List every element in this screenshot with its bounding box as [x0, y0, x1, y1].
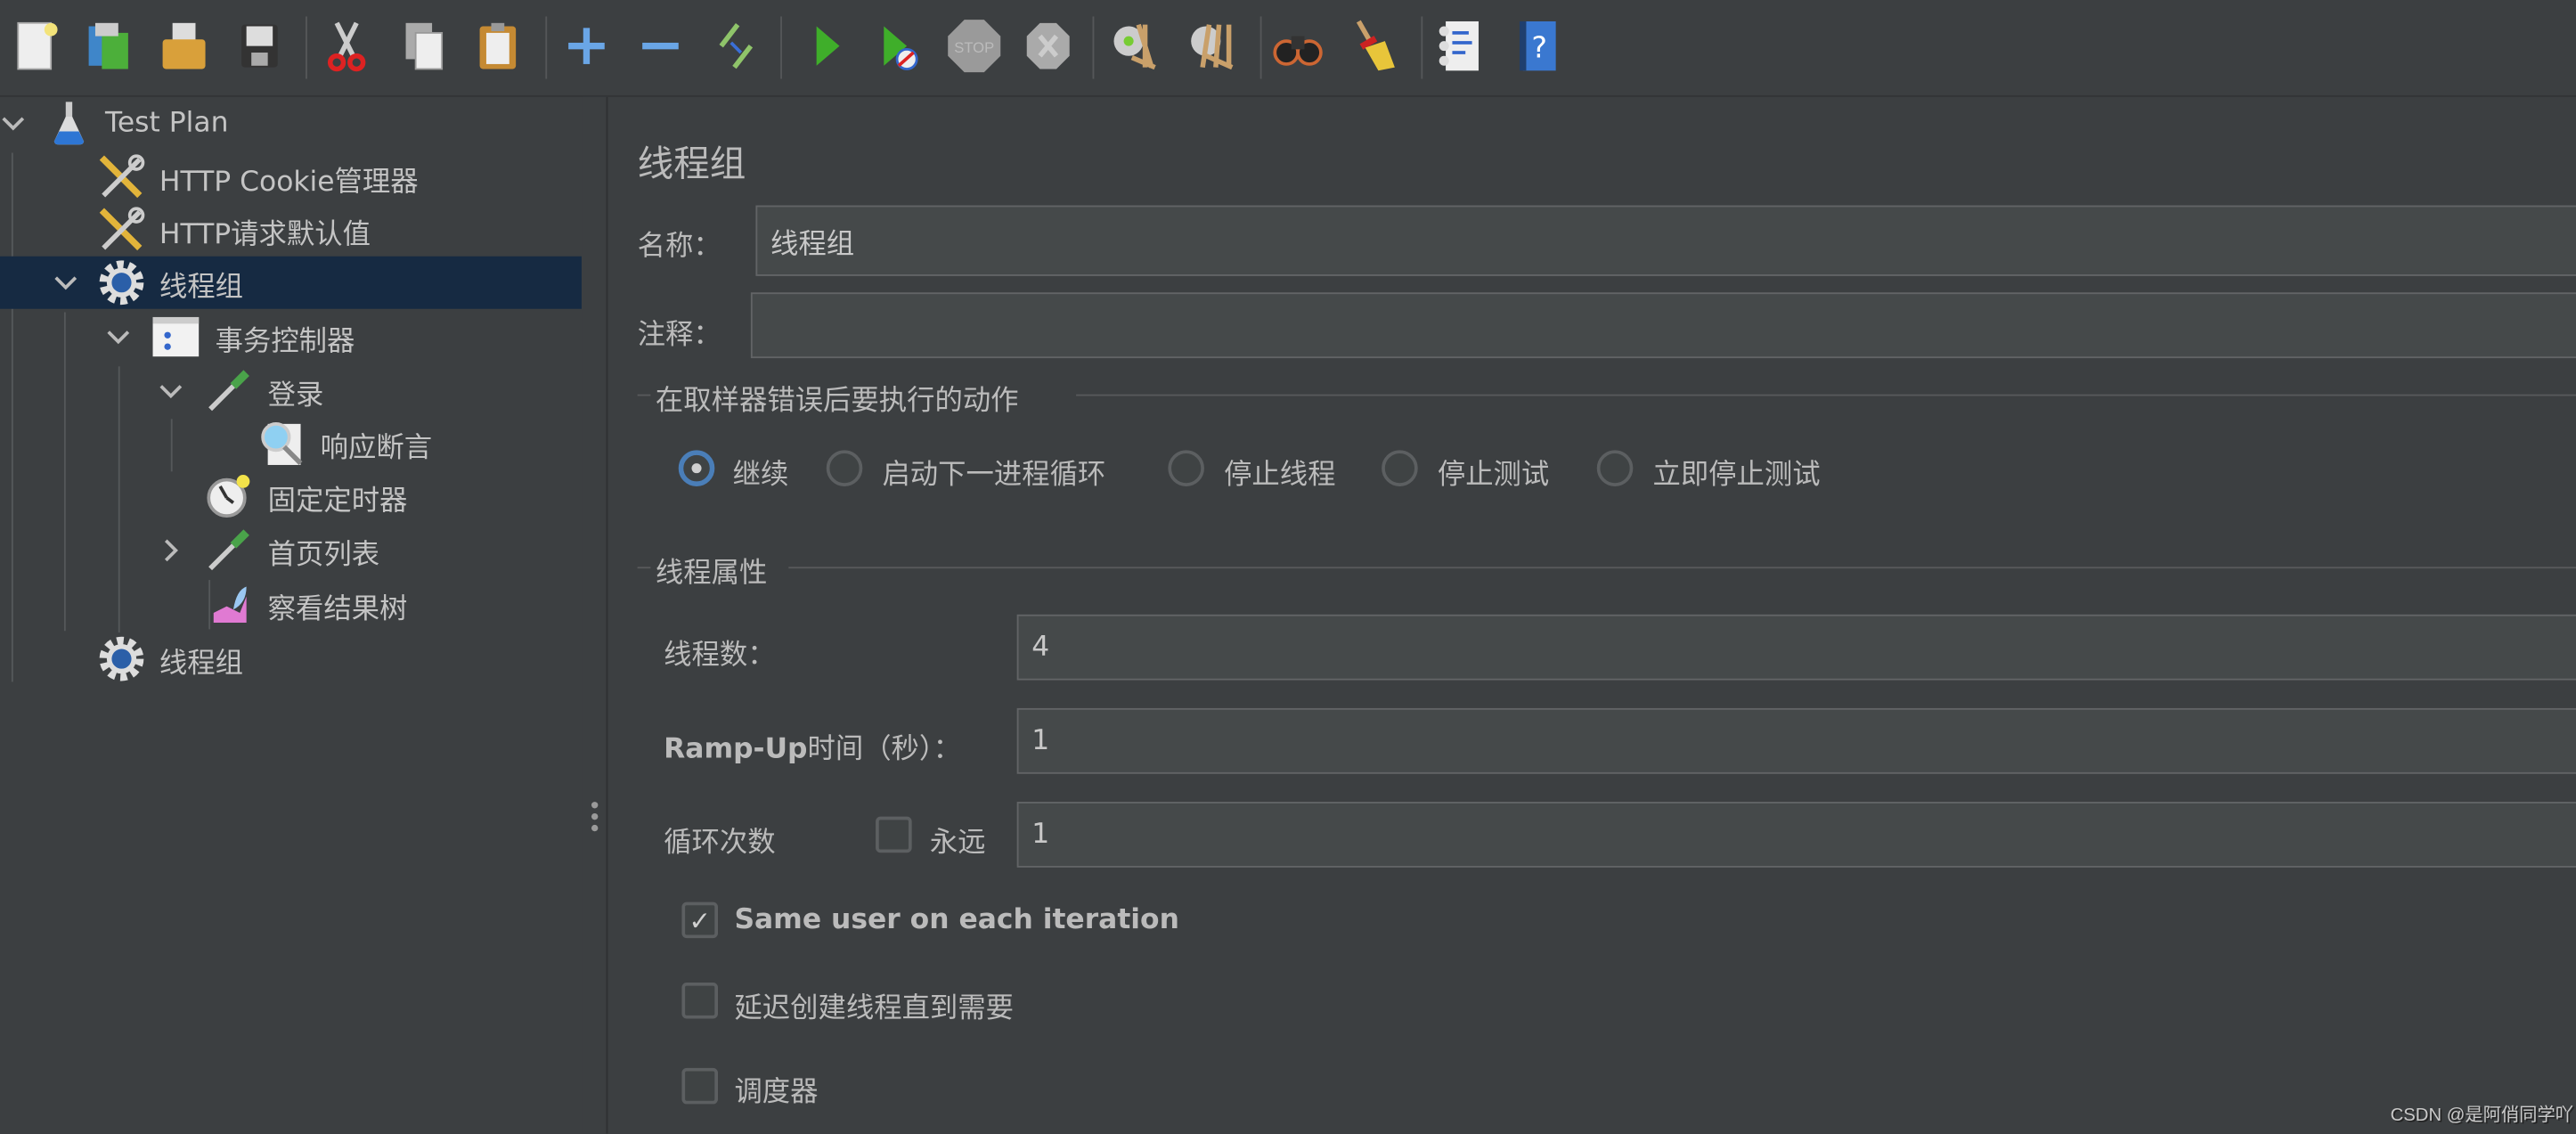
splitter-handle[interactable]	[583, 96, 608, 1134]
magnifier-icon	[258, 419, 307, 468]
rampup-label: Ramp-Up时间（秒）：	[664, 724, 961, 766]
delay-thread-label: 延迟创建线程直到需要	[734, 992, 1014, 1025]
toggle-icon[interactable]	[706, 16, 762, 75]
tree-item-cookie-manager[interactable]: HTTP Cookie管理器	[0, 151, 582, 204]
rampup-label-rest: 时间（秒）：	[807, 732, 961, 766]
save-icon[interactable]	[232, 16, 288, 75]
radio-stop-thread[interactable]	[1168, 450, 1204, 486]
pipette-icon	[204, 366, 253, 415]
radio-label: 继续	[732, 458, 789, 492]
copy-icon[interactable]	[396, 16, 452, 75]
timer-icon	[204, 471, 253, 520]
svg-text:?: ?	[1531, 30, 1547, 65]
delay-thread-checkbox[interactable]	[681, 982, 719, 1019]
threads-input[interactable]: 4	[1016, 614, 2576, 681]
tree-item-test-plan[interactable]: Test Plan	[0, 97, 582, 150]
tree-item-response-assertion[interactable]: 响应断言	[0, 417, 582, 469]
radio-label: 停止测试	[1437, 458, 1550, 492]
controller-icon	[151, 312, 200, 361]
stop-icon[interactable]: STOP	[946, 16, 1002, 75]
tree-item-home-list[interactable]: 首页列表	[0, 524, 582, 576]
tree-item-label: 响应断言	[320, 431, 433, 465]
scheduler-label: 调度器	[734, 1076, 819, 1109]
forever-checkbox[interactable]	[876, 816, 912, 853]
tree-item-label: 固定定时器	[267, 484, 408, 518]
thread-group-panel: 线程组 名称： 线程组 注释： 在取样器错误后要执行的动作 继续 启动下一进程循…	[607, 97, 2576, 1134]
chevron-down-icon[interactable]	[159, 379, 183, 403]
rampup-input[interactable]: 1	[1016, 707, 2576, 774]
tree-item-transaction-controller[interactable]: 事务控制器	[0, 311, 582, 363]
rampup-label-bold: Ramp-Up	[664, 732, 808, 766]
tree-item-label: HTTP Cookie管理器	[159, 165, 419, 199]
tree-item-http-defaults[interactable]: HTTP请求默认值	[0, 204, 582, 257]
new-icon[interactable]	[8, 16, 64, 75]
search-icon[interactable]	[1270, 16, 1326, 75]
tree-item-login[interactable]: 登录	[0, 364, 582, 417]
clear-icon[interactable]	[1105, 16, 1162, 75]
stop-label: STOP	[954, 39, 994, 56]
open-icon[interactable]	[156, 16, 212, 75]
chart-icon	[204, 580, 253, 629]
test-plan-tree: Test Plan HTTP Cookie管理器 HTTP请求默认值 线程组 事…	[0, 97, 583, 1134]
tree-item-label: 线程组	[159, 646, 243, 680]
radio-label: 启动下一进程循环	[882, 458, 1106, 492]
chevron-down-icon[interactable]	[107, 325, 130, 348]
reset-search-icon[interactable]	[1346, 16, 1402, 75]
tree-item-label: 察看结果树	[267, 591, 408, 625]
tree-item-label: 首页列表	[267, 538, 380, 571]
expand-icon[interactable]	[558, 16, 615, 75]
radio-label: 立即停止测试	[1652, 458, 1821, 492]
chevron-right-icon[interactable]	[159, 539, 183, 562]
function-helper-icon[interactable]	[1432, 16, 1488, 75]
radio-stop-test-now[interactable]	[1596, 450, 1634, 486]
watermark: CSDN @是阿俏同学吖	[2390, 1105, 2574, 1126]
threads-label: 线程数：	[664, 639, 776, 673]
comment-label: 注释：	[637, 318, 721, 352]
thread-props-legend: 线程属性	[655, 557, 768, 591]
gear-icon	[97, 634, 146, 683]
tree-item-label: Test Plan	[105, 106, 229, 140]
error-action-legend: 在取样器错误后要执行的动作	[655, 384, 1019, 418]
name-input[interactable]: 线程组	[755, 205, 2576, 276]
start-icon[interactable]	[798, 16, 854, 75]
radio-label: 停止线程	[1224, 458, 1336, 492]
checkmark-icon: ✓	[689, 904, 712, 936]
tree-item-label: HTTP请求默认值	[159, 217, 371, 251]
help-icon[interactable]: ?	[1510, 16, 1566, 75]
page-title: 线程组	[637, 144, 746, 186]
tools-icon	[97, 153, 146, 202]
loop-count-input[interactable]: 1	[1016, 802, 2576, 868]
tree-item-view-results-tree[interactable]: 察看结果树	[0, 578, 582, 631]
radio-start-next-loop[interactable]	[826, 450, 863, 486]
start-no-pauses-icon[interactable]	[869, 16, 925, 75]
shutdown-icon[interactable]	[1020, 16, 1076, 75]
cut-icon[interactable]	[319, 16, 375, 75]
name-label: 名称：	[637, 230, 721, 264]
templates-icon[interactable]	[80, 16, 136, 75]
toolbar: STOP ?	[0, 0, 2576, 97]
chevron-down-icon[interactable]	[2, 111, 25, 135]
tree-item-constant-timer[interactable]: 固定定时器	[0, 469, 582, 522]
radio-stop-test[interactable]	[1382, 450, 1418, 486]
tree-item-thread-group[interactable]: 线程组	[0, 256, 582, 309]
gear-icon	[97, 258, 146, 307]
loop-label: 循环次数	[664, 826, 776, 860]
tree-item-label: 线程组	[159, 270, 243, 304]
tree-item-label: 登录	[267, 379, 324, 412]
forever-label: 永远	[929, 826, 986, 860]
radio-continue[interactable]	[678, 450, 715, 486]
chevron-down-icon[interactable]	[54, 271, 77, 294]
tree-item-thread-group-2[interactable]: 线程组	[0, 632, 582, 685]
same-user-checkbox[interactable]: ✓	[681, 901, 719, 939]
clear-all-icon[interactable]	[1183, 16, 1239, 75]
comment-input[interactable]	[750, 292, 2576, 359]
pipette-icon	[204, 526, 253, 575]
same-user-label: Same user on each iteration	[734, 903, 1179, 937]
collapse-icon[interactable]	[632, 16, 689, 75]
tools-icon	[97, 206, 146, 255]
tree-item-label: 事务控制器	[215, 324, 355, 358]
scheduler-checkbox[interactable]	[681, 1067, 719, 1105]
flask-icon	[45, 99, 94, 148]
paste-icon[interactable]	[469, 16, 526, 75]
